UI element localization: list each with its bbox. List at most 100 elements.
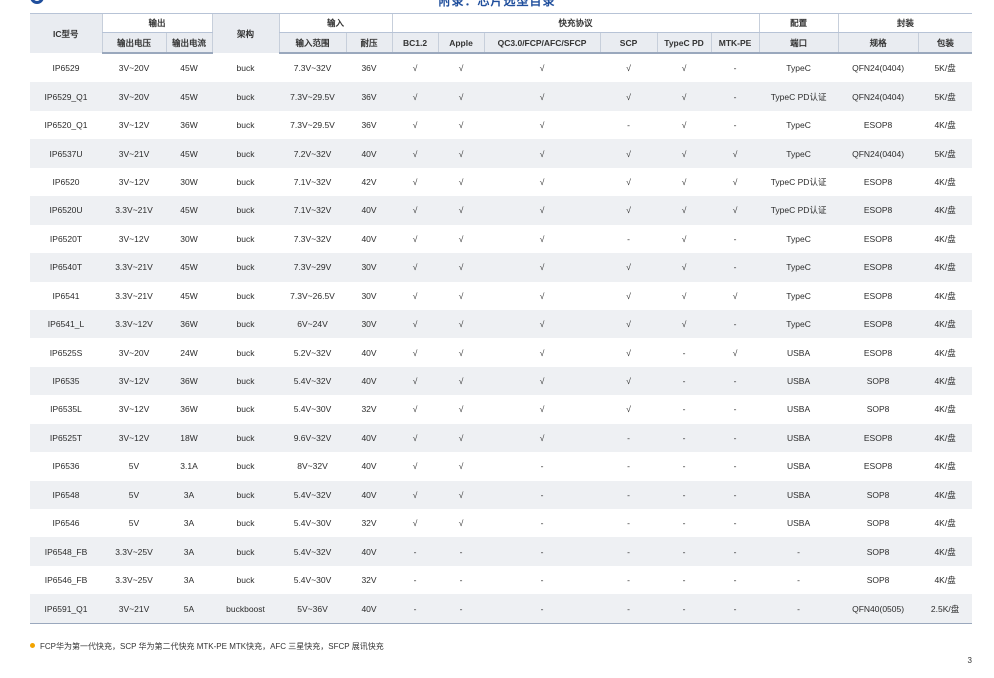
- table-row: IP6546 5V 3A buck 5.4V~30V 32V √ √ - - - - USBA SOP8 4…: [30, 509, 973, 538]
- cell-output-current: 18W: [166, 423, 213, 453]
- cell-typec-pd: √: [657, 253, 712, 282]
- cell-output-voltage: 3V~12V: [102, 167, 166, 197]
- cell-input-range: 5.4V~32V: [279, 366, 347, 396]
- cell-apple: √: [438, 224, 485, 254]
- cell-spec: ESOP8: [838, 110, 919, 140]
- cell-output-current: 3.1A: [166, 452, 213, 481]
- cell-qc: -: [484, 452, 601, 481]
- cell-spec: SOP8: [838, 395, 919, 424]
- cell-apple: √: [438, 395, 485, 424]
- cell-typec-pd: √: [657, 167, 712, 197]
- cell-architecture: buck: [212, 366, 280, 396]
- cell-mtk-pe: -: [711, 82, 760, 111]
- cell-typec-pd: -: [657, 338, 712, 367]
- cell-ic-model: IP6536: [30, 452, 102, 481]
- cell-withstand-voltage: 32V: [346, 509, 393, 538]
- cell-spec: SOP8: [838, 366, 919, 396]
- cell-typec-pd: -: [657, 366, 712, 396]
- cell-packing: 4K/盘: [918, 537, 973, 566]
- table-row: IP6541 3.3V~21V 45W buck 7.3V~26.5V 30V √ √ √ √ √ √…: [30, 281, 973, 310]
- table-row: IP6591_Q1 3V~21V 5A buckboost 5V~36V 40V - - - - -…: [30, 594, 973, 624]
- cell-scp: -: [600, 509, 658, 538]
- header-input-range: 输入范围: [278, 32, 347, 54]
- cell-ic-model: IP6525S: [30, 338, 102, 367]
- cell-withstand-voltage: 30V: [346, 253, 393, 282]
- cell-scp: √: [600, 196, 658, 225]
- bullet-icon: [30, 643, 35, 648]
- cell-packing: 4K/盘: [918, 395, 973, 424]
- cell-port: -: [759, 537, 839, 566]
- cell-architecture: buck: [212, 139, 280, 168]
- cell-architecture: buck: [212, 423, 280, 453]
- cell-ic-model: IP6541: [30, 281, 102, 310]
- cell-output-current: 30W: [166, 224, 213, 254]
- cell-input-range: 7.3V~29.5V: [279, 82, 347, 111]
- cell-qc: √: [484, 110, 601, 140]
- cell-typec-pd: -: [657, 480, 712, 509]
- header-scp: SCP: [599, 32, 658, 54]
- cell-packing: 4K/盘: [918, 565, 973, 595]
- cell-spec: QFN40(0505): [838, 594, 919, 624]
- cell-port: USBA: [759, 509, 839, 538]
- cell-packing: 4K/盘: [918, 366, 973, 396]
- cell-output-voltage: 3V~12V: [102, 110, 166, 140]
- table-row: IP6548_FB 3.3V~25V 3A buck 5.4V~32V 40V - - - - - -…: [30, 537, 973, 566]
- cell-scp: -: [600, 423, 658, 453]
- cell-mtk-pe: -: [711, 224, 760, 254]
- cell-output-current: 36W: [166, 309, 213, 339]
- cell-bc12: √: [392, 224, 439, 254]
- cell-input-range: 7.3V~32V: [279, 224, 347, 254]
- cell-typec-pd: √: [657, 309, 712, 339]
- cell-input-range: 7.3V~29.5V: [279, 110, 347, 140]
- cell-mtk-pe: -: [711, 537, 760, 566]
- cell-output-current: 45W: [166, 196, 213, 225]
- cell-packing: 4K/盘: [918, 480, 973, 509]
- cell-apple: √: [438, 366, 485, 396]
- cell-withstand-voltage: 40V: [346, 196, 393, 225]
- cell-output-voltage: 3V~20V: [102, 53, 166, 83]
- cell-output-current: 45W: [166, 253, 213, 282]
- cell-typec-pd: √: [657, 110, 712, 140]
- cell-apple: √: [438, 423, 485, 453]
- cell-input-range: 5.4V~30V: [279, 565, 347, 595]
- cell-typec-pd: -: [657, 452, 712, 481]
- cell-qc: √: [484, 253, 601, 282]
- cell-qc: -: [484, 509, 601, 538]
- cell-port: TypeC: [759, 224, 839, 254]
- cell-withstand-voltage: 30V: [346, 309, 393, 339]
- cell-spec: QFN24(0404): [838, 53, 919, 83]
- cell-bc12: √: [392, 53, 439, 83]
- cell-output-voltage: 5V: [102, 480, 166, 509]
- page-title: 附录：芯片选型目录: [438, 0, 556, 8]
- cell-architecture: buckboost: [212, 594, 280, 624]
- cell-spec: SOP8: [838, 480, 919, 509]
- cell-packing: 4K/盘: [918, 423, 973, 453]
- cell-apple: √: [438, 509, 485, 538]
- cell-input-range: 5.2V~32V: [279, 338, 347, 367]
- cell-ic-model: IP6535: [30, 366, 102, 396]
- cell-withstand-voltage: 32V: [346, 565, 393, 595]
- cell-port: USBA: [759, 338, 839, 367]
- cell-input-range: 8V~32V: [279, 452, 347, 481]
- cell-packing: 4K/盘: [918, 338, 973, 367]
- cell-output-voltage: 3.3V~12V: [102, 309, 166, 339]
- table-row: IP6520T 3V~12V 30W buck 7.3V~32V 40V √ √ √ - √ - Typ…: [30, 224, 973, 254]
- cell-scp: √: [600, 53, 658, 83]
- cell-ic-model: IP6520: [30, 167, 102, 197]
- cell-mtk-pe: -: [711, 480, 760, 509]
- cell-mtk-pe: √: [711, 338, 760, 367]
- cell-typec-pd: -: [657, 537, 712, 566]
- cell-output-voltage: 3V~12V: [102, 395, 166, 424]
- cell-qc: √: [484, 281, 601, 310]
- cell-spec: ESOP8: [838, 196, 919, 225]
- cell-port: USBA: [759, 452, 839, 481]
- cell-spec: ESOP8: [838, 452, 919, 481]
- cell-typec-pd: -: [657, 509, 712, 538]
- cell-port: TypeC: [759, 53, 839, 83]
- cell-scp: √: [600, 253, 658, 282]
- cell-output-voltage: 3.3V~21V: [102, 253, 166, 282]
- cell-apple: √: [438, 196, 485, 225]
- table-body: IP6529 3V~20V 45W buck 7.3V~32V 36V √ √ √ √ √ - Type…: [30, 53, 973, 624]
- header-output-voltage: 输出电压: [101, 32, 166, 54]
- cell-apple: √: [438, 110, 485, 140]
